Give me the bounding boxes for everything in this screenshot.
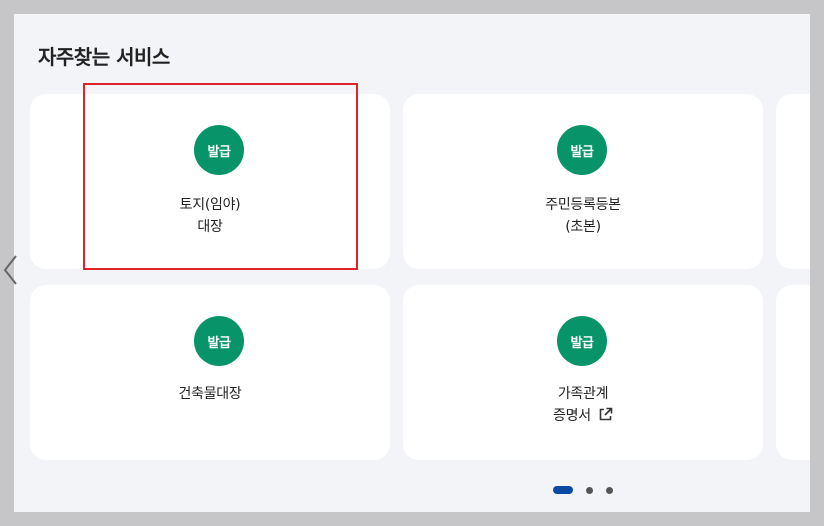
service-label: 건축물대장 bbox=[30, 383, 390, 405]
pagination-dot-3[interactable] bbox=[606, 486, 613, 494]
frequent-services-panel: 자주찾는 서비스 발급 토지(임야) 대장 발급 주민등록등본 (초본) 발급 … bbox=[14, 14, 810, 512]
service-card-family-relation[interactable]: 발급 가족관계 증명서 bbox=[403, 285, 763, 460]
pagination-dot-1[interactable] bbox=[553, 486, 573, 494]
service-label: 토지(임야) 대장 bbox=[30, 194, 390, 238]
service-label-line2: (초본) bbox=[565, 219, 601, 235]
issue-badge: 발급 bbox=[557, 125, 607, 175]
service-label-line1: 토지(임야) bbox=[179, 197, 241, 213]
service-card-resident-registration[interactable]: 발급 주민등록등본 (초본) bbox=[403, 94, 763, 269]
service-card-partial[interactable] bbox=[776, 94, 810, 269]
service-card-land-register[interactable]: 발급 토지(임야) 대장 bbox=[30, 94, 390, 269]
service-label-line1: 주민등록등본 bbox=[545, 197, 621, 213]
service-label-line2: 대장 bbox=[197, 219, 223, 235]
service-label-line1: 건축물대장 bbox=[178, 386, 242, 402]
service-label: 가족관계 증명서 bbox=[403, 383, 763, 427]
section-title: 자주찾는 서비스 bbox=[38, 45, 170, 69]
external-link-icon bbox=[599, 407, 613, 421]
service-label: 주민등록등본 (초본) bbox=[403, 194, 763, 238]
pagination-dot-2[interactable] bbox=[586, 486, 593, 494]
issue-badge: 발급 bbox=[194, 125, 244, 175]
carousel-pagination bbox=[553, 485, 613, 495]
issue-badge: 발급 bbox=[557, 316, 607, 366]
service-label-line1: 가족관계 bbox=[557, 386, 609, 402]
service-card-partial[interactable] bbox=[776, 285, 810, 460]
service-card-building-register[interactable]: 발급 건축물대장 bbox=[30, 285, 390, 460]
chevron-left-icon[interactable] bbox=[1, 252, 19, 288]
issue-badge: 발급 bbox=[194, 316, 244, 366]
service-label-line2-wrap: 증명서 bbox=[403, 405, 763, 427]
service-label-line2: 증명서 bbox=[553, 408, 591, 424]
